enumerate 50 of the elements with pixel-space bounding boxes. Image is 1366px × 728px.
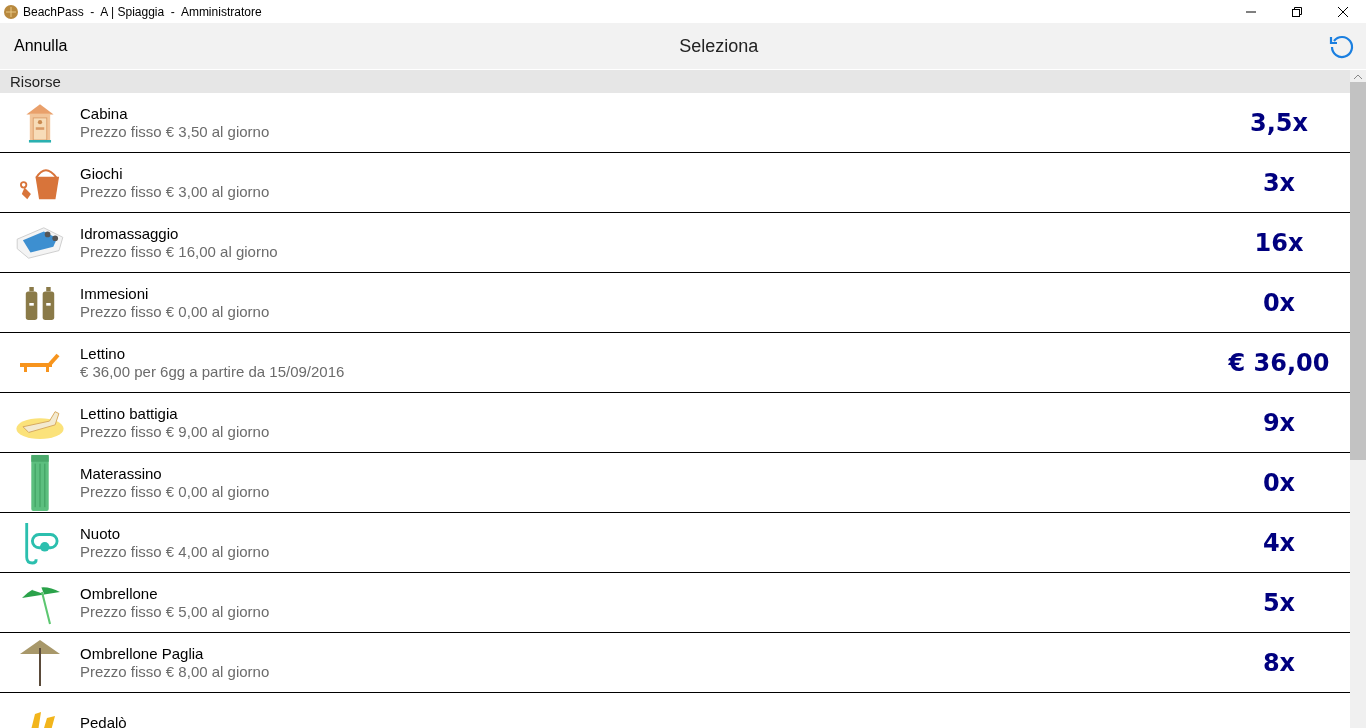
item-price: Prezzo fisso € 0,00 al giorno <box>80 303 271 320</box>
item-count: 3x <box>1261 168 1297 197</box>
hot-tub-icon <box>16 226 64 259</box>
bucket-icon <box>20 168 60 199</box>
item-name: Immesioni <box>80 285 150 302</box>
item-count: 5x <box>1261 588 1297 617</box>
item-name: Cabina <box>80 105 129 122</box>
item-price: Prezzo fisso € 3,00 al giorno <box>80 183 271 200</box>
restore-icon[interactable] <box>1291 5 1303 18</box>
scrollbar-thumb[interactable] <box>1350 82 1366 460</box>
section-header: Risorse <box>0 70 1350 93</box>
item-name: Ombrellone <box>80 585 159 602</box>
scrollbar[interactable] <box>1350 70 1366 728</box>
item-price: Prezzo fisso € 3,50 al giorno <box>80 123 271 140</box>
cancel-button[interactable]: Annulla <box>14 37 68 55</box>
umbrella-icon <box>20 639 60 687</box>
sunbed-icon <box>20 353 60 372</box>
item-count: 0x <box>1261 468 1297 497</box>
item-count: 4x <box>1261 528 1297 557</box>
close-icon[interactable] <box>1337 5 1349 18</box>
item-price: € 36,00 per 6gg a partire da 15/09/2016 <box>80 363 346 380</box>
bottles-icon <box>25 286 55 320</box>
item-name: Idromassaggio <box>80 225 180 242</box>
item-price: Prezzo fisso € 4,00 al giorno <box>80 543 271 560</box>
item-count: 3,5x <box>1249 108 1309 137</box>
item-price: Prezzo fisso € 8,00 al giorno <box>80 663 271 680</box>
window-title: BeachPass - A | Spiaggia - Amministratore <box>23 4 263 19</box>
sunbed-icon <box>16 410 64 439</box>
item-count: 8x <box>1261 648 1297 677</box>
item-count: 0x <box>1261 288 1297 317</box>
item-price: Prezzo fisso € 16,00 al giorno <box>80 243 279 260</box>
item-price: Prezzo fisso € 0,00 al giorno <box>80 483 271 500</box>
scroll-up-icon[interactable] <box>1354 74 1362 80</box>
cabin-icon <box>26 103 54 143</box>
item-name: Giochi <box>80 165 124 182</box>
item-name: Ombrellone Paglia <box>80 645 205 662</box>
air-mattress-icon <box>31 454 49 511</box>
item-name: Materassino <box>80 465 163 482</box>
item-name: Lettino battigia <box>80 405 179 422</box>
item-count: 9x <box>1261 408 1297 437</box>
item-price: Prezzo fisso € 9,00 al giorno <box>80 423 271 440</box>
page-title: Seleziona <box>679 35 759 57</box>
item-name: Nuoto <box>80 525 122 542</box>
item-name: Lettino <box>80 345 127 362</box>
item-count: € 36,00 <box>1227 348 1331 377</box>
item-name: Pedalò <box>80 714 128 728</box>
snorkel-icon <box>25 522 59 564</box>
item-count: 16x <box>1253 228 1305 257</box>
item-price: Prezzo fisso € 5,00 al giorno <box>80 603 271 620</box>
app-logo-icon <box>3 3 19 20</box>
